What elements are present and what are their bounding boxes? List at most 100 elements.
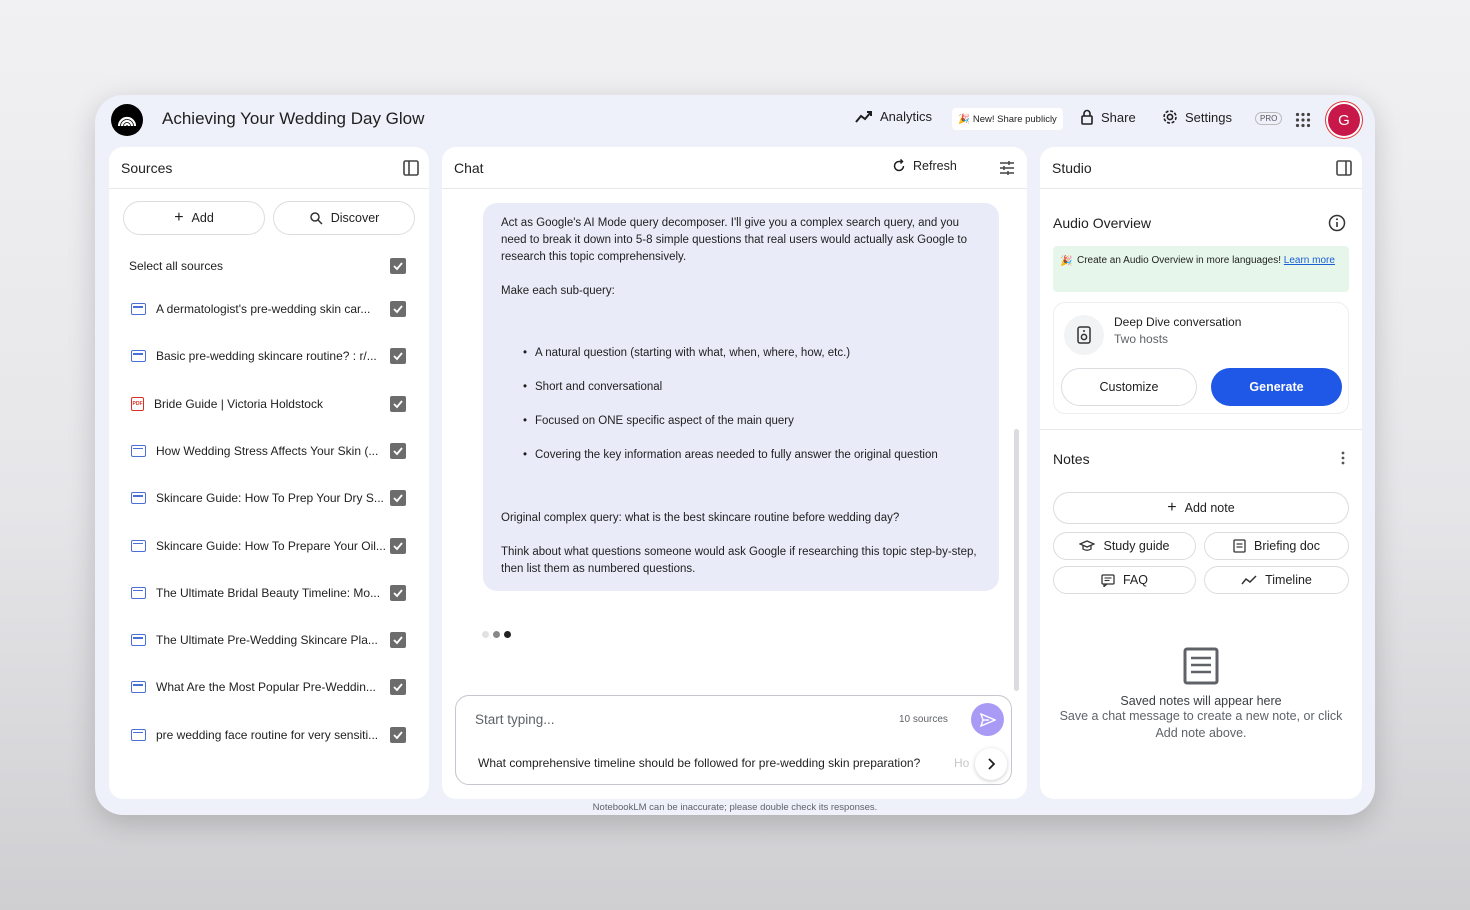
source-checkbox[interactable] [390,632,406,649]
suggested-question[interactable]: What comprehensive timeline should be fo… [478,756,920,770]
add-note-label: Add note [1184,501,1235,515]
info-icon[interactable] [1328,214,1346,232]
source-item[interactable]: PDF Bride Guide | Victoria Holdstock [131,394,391,414]
source-checkbox[interactable] [390,726,406,743]
source-item[interactable]: How Wedding Stress Affects Your Skin (..… [131,441,391,461]
source-item[interactable]: A dermatologist's pre-wedding skin car..… [131,299,391,319]
refresh-label: Refresh [913,159,957,173]
analytics-label: Analytics [880,109,933,124]
source-label: The Ultimate Bridal Beauty Timeline: Mo.… [156,585,381,600]
chat-input-placeholder[interactable]: Start typing... [475,712,555,727]
analytics-icon [855,110,872,123]
source-checkbox[interactable] [390,348,406,365]
source-checkbox[interactable] [390,537,406,554]
source-item[interactable]: pre wedding face routine for very sensit… [131,725,391,745]
customize-button[interactable]: Customize [1061,368,1197,406]
add-source-button[interactable]: + Add [123,201,265,235]
send-button[interactable] [971,703,1004,736]
note-document-icon [1183,647,1219,685]
check-icon [393,305,403,314]
source-label: pre wedding face routine for very sensit… [156,727,379,742]
source-item[interactable]: What Are the Most Popular Pre-Weddin... [131,677,391,697]
new-share-publicly-badge[interactable]: 🎉 New! Share publicly [952,108,1063,130]
new-share-label: New! Share publicly [972,113,1057,125]
analytics-button[interactable]: Analytics [855,109,932,124]
disclaimer-text: NotebookLM can be inaccurate; please dou… [592,802,878,813]
user-avatar[interactable]: G [1328,104,1360,136]
check-icon [393,447,403,456]
briefing-doc-button[interactable]: Briefing doc [1204,532,1349,560]
web-page-icon [131,492,146,505]
source-item[interactable]: The Ultimate Bridal Beauty Timeline: Mo.… [131,583,391,603]
source-item[interactable]: Basic pre-wedding skincare routine? : r/… [131,346,391,366]
customize-label: Customize [1099,380,1159,394]
generate-button[interactable]: Generate [1211,368,1342,406]
chat-input-box[interactable]: Start typing... 10 sources What comprehe… [455,695,1012,785]
source-label: Skincare Guide: How To Prep Your Dry S..… [156,491,384,506]
settings-button[interactable]: Settings [1162,109,1232,125]
source-label: Skincare Guide: How To Prepare Your Oil.… [156,538,386,553]
notes-empty-state: Saved notes will appear here Save a chat… [1040,647,1362,742]
source-item[interactable]: Skincare Guide: How To Prepare Your Oil.… [131,536,391,556]
web-page-icon [131,586,146,599]
source-checkbox[interactable] [390,679,406,696]
chevron-right-icon [988,758,995,770]
share-button[interactable]: Share [1080,109,1136,125]
next-suggestion-button[interactable] [975,748,1007,780]
timeline-label: Timeline [1265,573,1312,587]
notes-title: Notes [1053,451,1090,467]
studio-panel: Studio Audio Overview 🎉 Create an Audio … [1040,147,1362,799]
pdf-icon: PDF [131,396,144,411]
source-label: A dermatologist's pre-wedding skin car..… [156,302,371,316]
check-icon [393,731,403,740]
source-item[interactable]: The Ultimate Pre-Wedding Skincare Pla... [131,630,391,650]
select-all-checkbox[interactable] [390,258,406,274]
study-guide-button[interactable]: Study guide [1053,532,1196,560]
typing-indicator [482,631,511,638]
plus-icon: + [1167,499,1177,516]
source-label: The Ultimate Pre-Wedding Skincare Pla... [156,633,378,648]
divider [1040,429,1362,430]
notebook-title[interactable]: Achieving Your Wedding Day Glow [162,109,424,129]
source-count: 10 sources [899,714,948,725]
notebooklm-logo[interactable] [111,104,143,136]
top-bar: Achieving Your Wedding Day Glow Analytic… [95,95,1375,145]
settings-label: Settings [1185,109,1232,125]
source-checkbox[interactable] [390,490,406,507]
chat-bubble-icon [1101,573,1115,587]
sources-header: Sources [109,147,429,189]
more-vert-icon[interactable] [1341,451,1345,465]
send-arrow-icon [979,712,996,727]
chat-settings-sliders-icon[interactable] [999,160,1015,176]
source-checkbox[interactable] [390,584,406,601]
generate-label: Generate [1249,380,1304,394]
message-bullet: A natural question (starting with what, … [523,345,850,362]
share-label: Share [1101,109,1136,125]
check-icon [393,541,403,550]
source-checkbox[interactable] [390,442,406,459]
chat-panel: Chat Refresh Act as Google's AI Mode que… [442,147,1027,799]
collapse-panel-icon[interactable] [403,160,419,176]
source-checkbox[interactable] [390,301,406,317]
source-item[interactable]: Skincare Guide: How To Prep Your Dry S..… [131,488,391,508]
web-page-icon [131,303,146,315]
check-icon [393,262,403,271]
message-make-each: Make each sub-query: [501,285,615,297]
add-note-button[interactable]: + Add note [1053,492,1349,524]
apps-grid-button[interactable] [1295,112,1311,133]
faq-button[interactable]: FAQ [1053,566,1196,594]
source-label: How Wedding Stress Affects Your Skin (..… [156,443,379,458]
source-checkbox[interactable] [390,395,406,412]
timeline-button[interactable]: Timeline [1204,566,1349,594]
app-window: Achieving Your Wedding Day Glow Analytic… [95,95,1375,815]
message-original-query: Original complex query: what is the best… [501,512,900,524]
collapse-studio-icon[interactable] [1336,160,1352,176]
promo-text: Create an Audio Overview in more languag… [1077,255,1282,266]
graduation-cap-icon [1079,540,1096,551]
refresh-button[interactable]: Refresh [892,159,957,173]
message-think: Think about what questions someone would… [501,546,977,575]
discover-sources-button[interactable]: Discover [273,201,415,235]
chat-scrollbar[interactable] [1014,429,1019,691]
suggested-question-next[interactable]: Ho [954,756,969,770]
learn-more-link[interactable]: Learn more [1284,255,1335,266]
